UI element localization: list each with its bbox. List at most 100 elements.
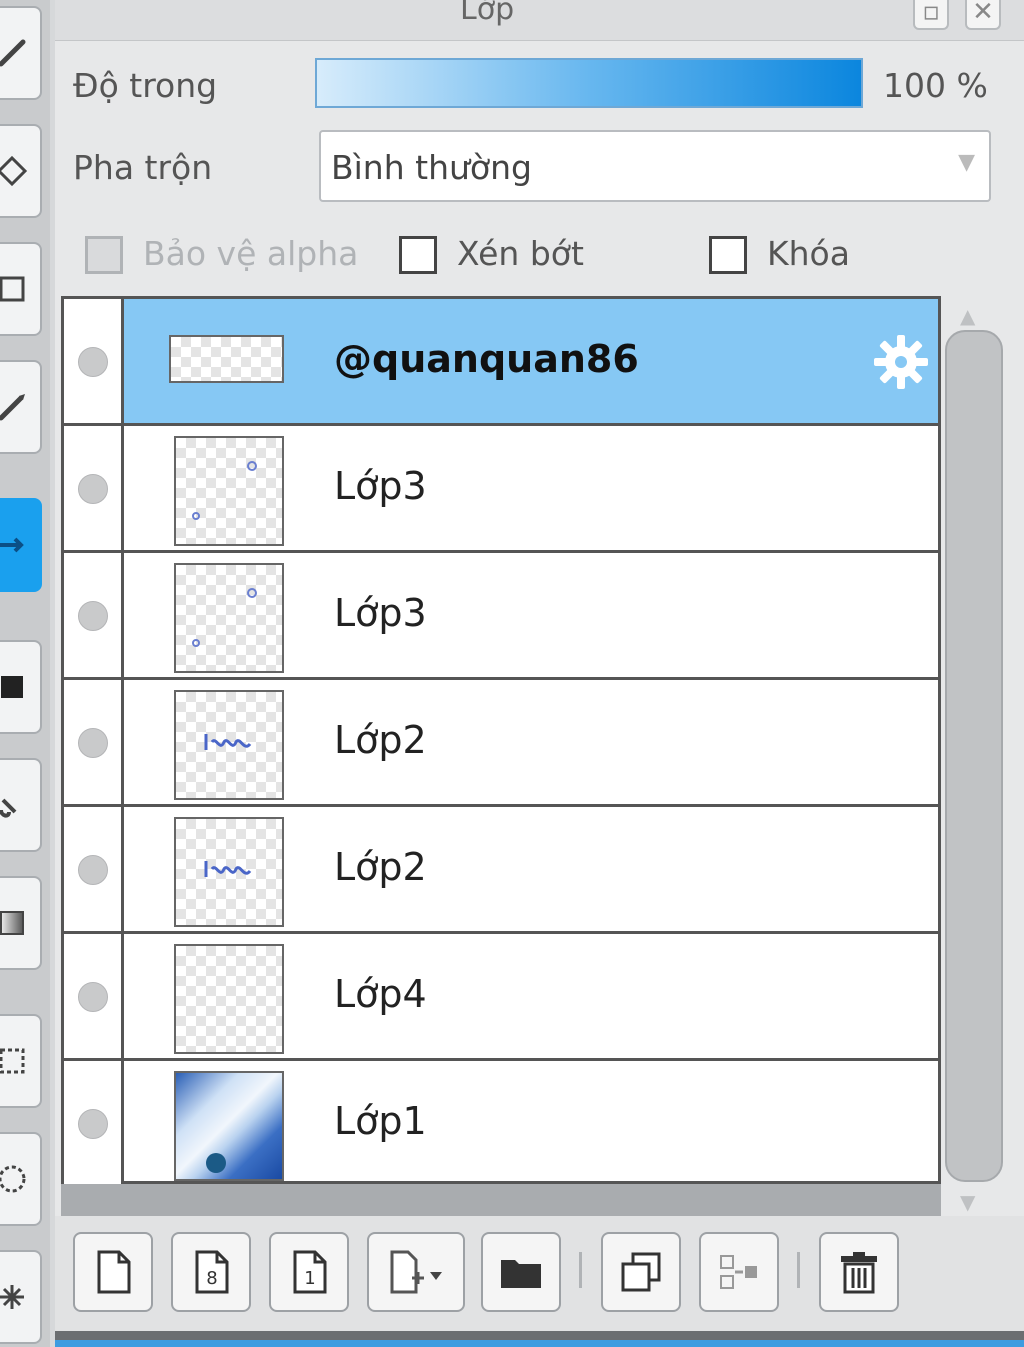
layer-thumbnail xyxy=(174,690,284,800)
gradient-icon xyxy=(0,911,24,935)
visibility-column xyxy=(64,807,124,931)
lock-checkbox[interactable] xyxy=(709,236,747,274)
scribble-thumbnail-icon xyxy=(204,734,252,750)
visibility-toggle[interactable] xyxy=(78,474,108,504)
layer-row-body[interactable]: Lớp3 xyxy=(124,426,938,550)
tool-rect[interactable] xyxy=(0,242,42,336)
tool-strip xyxy=(0,0,50,1347)
bucket-icon xyxy=(0,798,17,818)
rectangle-icon xyxy=(0,276,25,302)
tool-eraser[interactable] xyxy=(0,124,42,218)
layer-name: Lớp3 xyxy=(334,591,427,635)
layer-row[interactable]: Lớp2 xyxy=(64,680,938,807)
visibility-toggle[interactable] xyxy=(78,728,108,758)
scroll-down-icon[interactable]: ▼ xyxy=(960,1190,975,1214)
layer-name: Lớp4 xyxy=(334,972,427,1016)
layer-row-body[interactable]: Lớp2 xyxy=(124,807,938,931)
eraser-icon xyxy=(0,155,28,187)
tool-move[interactable] xyxy=(0,498,42,592)
clipping-label: Xén bớt xyxy=(457,234,584,273)
pen-icon xyxy=(0,39,26,67)
toolbar-separator xyxy=(797,1252,800,1288)
tool-bucket[interactable] xyxy=(0,758,42,852)
photo-thumbnail-icon xyxy=(206,1153,226,1173)
visibility-column xyxy=(64,553,124,677)
visibility-column xyxy=(64,934,124,1058)
tool-gradient[interactable] xyxy=(0,876,42,970)
scribble-thumbnail-icon xyxy=(204,861,252,877)
tool-fill[interactable] xyxy=(0,640,42,734)
new-folder-button[interactable] xyxy=(481,1232,561,1312)
folder-icon xyxy=(501,1260,541,1288)
layer-row-body[interactable]: @quanquan86 xyxy=(124,299,938,423)
new-layer-icon xyxy=(97,1250,131,1294)
visibility-toggle[interactable] xyxy=(78,855,108,885)
layer-panel: Lớp ▫ ✕ Độ trong 100 % Pha trộn Bình thư… xyxy=(55,0,1024,1347)
new-8bit-layer-icon: 8 xyxy=(195,1250,229,1294)
horizontal-scrollbar[interactable] xyxy=(61,1184,941,1216)
panel-bottom-accent xyxy=(55,1340,1024,1347)
tool-magic-wand[interactable] xyxy=(0,1250,42,1344)
duplicate-layer-icon xyxy=(621,1252,661,1292)
layer-row[interactable]: Lớp3 xyxy=(64,426,938,553)
dots-thumbnail-icon xyxy=(192,461,257,520)
layer-row-body[interactable]: Lớp3 xyxy=(124,553,938,677)
tool-brush[interactable] xyxy=(0,360,42,454)
gear-icon[interactable] xyxy=(872,333,930,391)
new-1bit-layer-button[interactable]: 1 xyxy=(269,1232,349,1312)
lasso-icon xyxy=(0,1165,26,1193)
scroll-up-icon[interactable]: ▲ xyxy=(960,304,975,328)
alpha-protect-checkbox[interactable] xyxy=(85,236,123,274)
layer-row[interactable]: Lớp4 xyxy=(64,934,938,1061)
alpha-protect-label: Bảo vệ alpha xyxy=(143,234,359,273)
detach-icon: ▫ xyxy=(922,0,940,27)
trash-icon xyxy=(841,1252,877,1294)
one-glyph: 1 xyxy=(304,1268,315,1289)
merge-down-icon xyxy=(720,1255,757,1289)
opacity-slider[interactable] xyxy=(315,58,863,108)
vertical-scrollbar-thumb[interactable] xyxy=(945,330,1003,1182)
panel-titlebar: Lớp ▫ ✕ xyxy=(55,0,1024,41)
layer-row[interactable]: Lớp3 xyxy=(64,553,938,680)
tool-lasso[interactable] xyxy=(0,1132,42,1226)
layer-thumbnail xyxy=(174,1071,284,1181)
blend-mode-value: Bình thường xyxy=(331,148,532,187)
toolbar-separator xyxy=(579,1252,582,1288)
visibility-toggle[interactable] xyxy=(78,347,108,377)
tool-select-rect[interactable] xyxy=(0,1014,42,1108)
layer-row[interactable]: Lớp2 xyxy=(64,807,938,934)
layer-thumbnail xyxy=(174,944,284,1054)
layer-row-body[interactable]: Lớp4 xyxy=(124,934,938,1058)
layer-thumbnail xyxy=(174,436,284,546)
opacity-label: Độ trong xyxy=(73,66,218,105)
duplicate-layer-button[interactable] xyxy=(601,1232,681,1312)
visibility-toggle[interactable] xyxy=(78,1109,108,1139)
add-layer-dropdown-icon xyxy=(390,1250,442,1294)
merge-down-button[interactable] xyxy=(699,1232,779,1312)
new-layer-button[interactable] xyxy=(73,1232,153,1312)
layer-name: Lớp3 xyxy=(334,464,427,508)
clipping-checkbox[interactable] xyxy=(399,236,437,274)
new-8bit-layer-button[interactable]: 8 xyxy=(171,1232,251,1312)
panel-close-button[interactable]: ✕ xyxy=(965,0,1001,30)
layer-row-body[interactable]: Lớp1 xyxy=(124,1061,938,1188)
layer-row[interactable]: @quanquan86 xyxy=(64,299,938,426)
layer-row-body[interactable]: Lớp2 xyxy=(124,680,938,804)
layer-name: Lớp2 xyxy=(334,718,427,762)
dots-thumbnail-icon xyxy=(192,588,257,647)
delete-layer-button[interactable] xyxy=(819,1232,899,1312)
tool-pen[interactable] xyxy=(0,6,42,100)
new-1bit-layer-icon: 1 xyxy=(293,1250,327,1294)
blend-mode-select[interactable]: Bình thường ▼ xyxy=(319,130,991,202)
eight-glyph: 8 xyxy=(206,1268,217,1289)
layer-row[interactable]: Lớp1 xyxy=(64,1061,938,1188)
layer-name: Lớp1 xyxy=(334,1099,427,1143)
layer-thumbnail xyxy=(174,563,284,673)
chevron-down-icon: ▼ xyxy=(958,150,975,175)
add-layer-dropdown-button[interactable] xyxy=(367,1232,465,1312)
visibility-toggle[interactable] xyxy=(78,982,108,1012)
visibility-toggle[interactable] xyxy=(78,601,108,631)
layer-thumbnail xyxy=(169,335,284,383)
move-icon xyxy=(0,537,24,553)
panel-detach-button[interactable]: ▫ xyxy=(913,0,949,30)
